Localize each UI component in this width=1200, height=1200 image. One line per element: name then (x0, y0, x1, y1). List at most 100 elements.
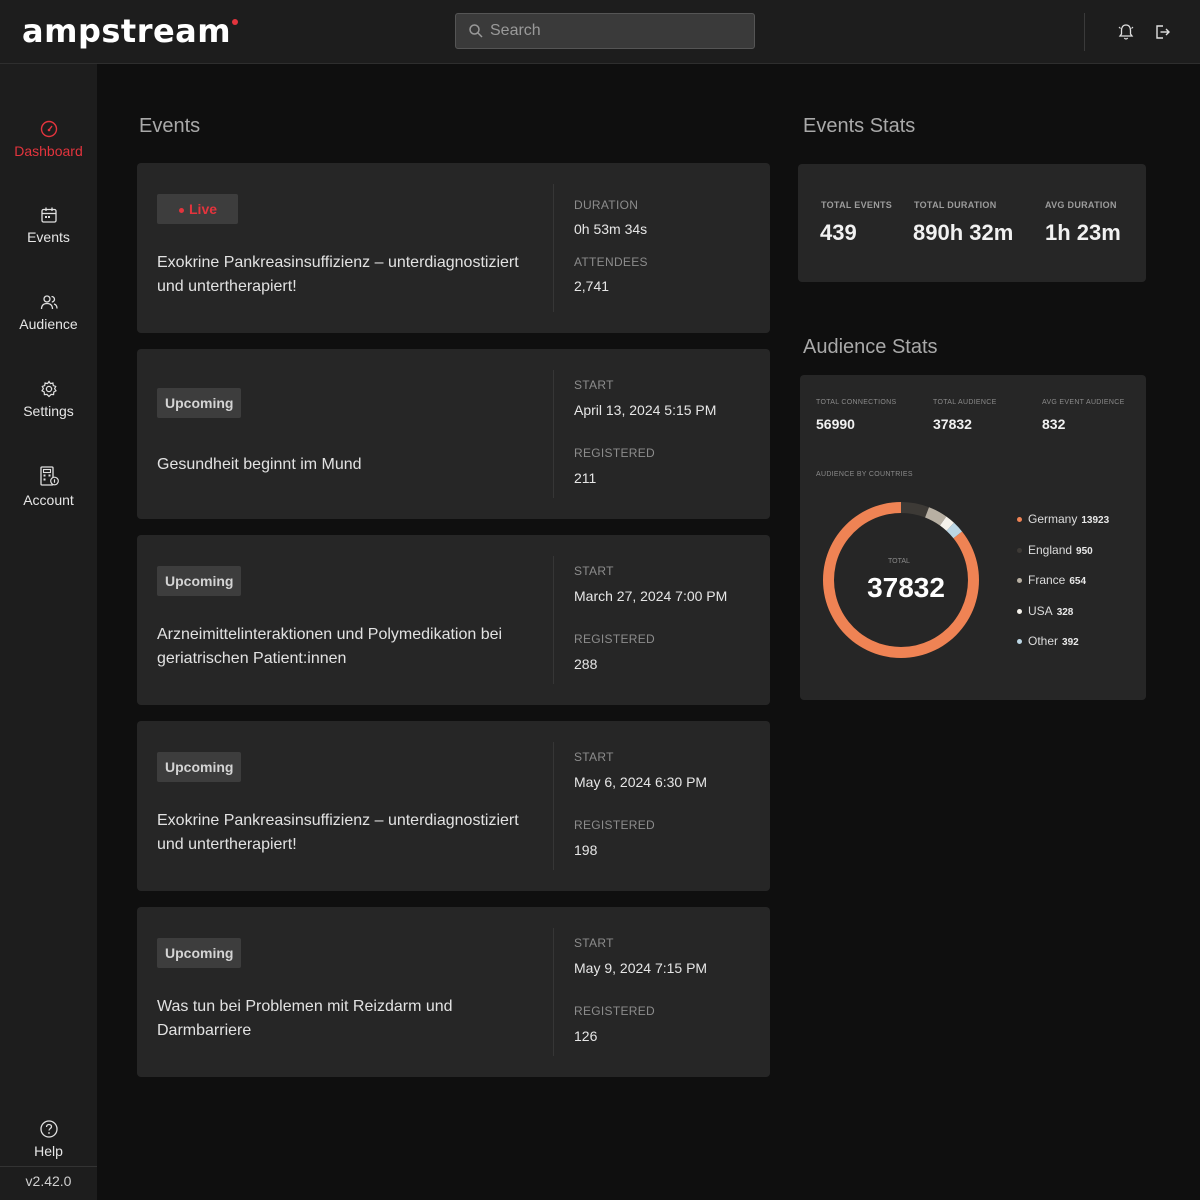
event-card[interactable]: Upcoming Gesundheit beginnt im Mund STAR… (137, 349, 770, 519)
gear-icon (40, 380, 57, 398)
status-badge-live: Live (157, 194, 239, 224)
avg-event-audience-value: 832 (1042, 416, 1066, 432)
meta-value: 198 (574, 842, 598, 858)
legend-label: USA (1028, 604, 1053, 618)
sidebar-item-label: Audience (19, 316, 78, 332)
legend-item-france: France 654 (1017, 573, 1086, 587)
status-badge: Upcoming (157, 938, 242, 968)
legend-value: 392 (1062, 637, 1079, 648)
donut-svg: TOTAL 37832 (823, 502, 979, 658)
event-title: Exokrine Pankreasinsuffizienz – unterdia… (157, 254, 519, 295)
top-header: ampstream (0, 0, 1200, 64)
total-connections-label: TOTAL CONNECTIONS (816, 399, 897, 406)
meta-value: 0h 53m 34s (574, 221, 648, 237)
help-icon (39, 1120, 58, 1138)
status-badge: Upcoming (157, 566, 242, 596)
event-card[interactable]: Live Exokrine Pankreasinsuffizienz – unt… (137, 163, 770, 333)
legend-dot (1017, 609, 1022, 615)
legend-value: 328 (1056, 607, 1074, 618)
card-divider (553, 742, 554, 870)
audience-stats-card: TOTAL CONNECTIONS 56990 TOTAL AUDIENCE 3… (800, 375, 1146, 700)
legend-dot (1017, 548, 1022, 554)
meta-value: 2,741 (574, 278, 610, 294)
legend-item-other: Other 392 (1017, 634, 1079, 648)
sidebar-item-audience[interactable]: Audience (0, 292, 97, 362)
total-duration-label: TOTAL DURATION (914, 200, 997, 210)
app-logo[interactable]: ampstream (22, 12, 239, 50)
total-audience-label: TOTAL AUDIENCE (933, 399, 997, 406)
meta-label: START (574, 564, 614, 578)
logout-icon[interactable] (1152, 22, 1172, 42)
event-card[interactable]: Upcoming Exokrine Pankreasinsuffizienz –… (137, 721, 770, 891)
legend-dot (1017, 639, 1022, 645)
avg-event-audience-label: AVG EVENT AUDIENCE (1042, 399, 1125, 406)
events-stats-card: TOTAL EVENTS 439 TOTAL DURATION 890h 32m… (798, 164, 1146, 282)
status-badge: Upcoming (157, 752, 242, 782)
version-label: v2.42.0 (25, 1173, 72, 1189)
event-title: Exokrine Pankreasinsuffizienz – unterdia… (157, 812, 519, 853)
audience-donut-chart: TOTAL 37832 (816, 495, 986, 665)
legend-item-germany: Germany 13923 (1017, 512, 1109, 526)
meta-label: REGISTERED (574, 1004, 656, 1018)
sidebar-item-label: Settings (23, 403, 74, 419)
avg-duration-label: AVG DURATION (1045, 200, 1117, 210)
card-divider (553, 928, 554, 1056)
total-events-label: TOTAL EVENTS (821, 200, 893, 210)
audience-stats-title: Audience Stats (803, 336, 938, 358)
legend-label: Other (1028, 634, 1059, 648)
legend-label: Germany (1028, 512, 1078, 526)
sidebar-item-account[interactable]: Account (0, 464, 97, 534)
users-icon (40, 295, 58, 310)
legend-dot (1017, 517, 1022, 523)
search-input[interactable] (490, 14, 750, 48)
search-icon (469, 24, 483, 38)
event-card[interactable]: Upcoming Was tun bei Problemen mit Reizd… (137, 907, 770, 1077)
help-label: Help (34, 1143, 63, 1159)
event-card[interactable]: Upcoming Arzneimittelinteraktionen und P… (137, 535, 770, 705)
legend-item-usa: USA 328 (1017, 604, 1073, 618)
card-divider (553, 556, 554, 684)
bell-icon[interactable] (1116, 22, 1136, 42)
meta-value: May 9, 2024 7:15 PM (574, 960, 708, 976)
meta-label: START (574, 936, 614, 950)
event-title: Gesundheit beginnt im Mund (157, 456, 362, 473)
sidebar-item-events[interactable]: Events (0, 205, 97, 275)
search-box[interactable] (455, 13, 755, 49)
total-audience-value: 37832 (933, 416, 972, 432)
event-title: Was tun bei Problemen mit Reizdarm und D… (157, 998, 453, 1039)
meta-value: May 6, 2024 6:30 PM (574, 774, 708, 790)
donut-total-value: 37832 (867, 572, 945, 603)
meta-label: REGISTERED (574, 818, 656, 832)
legend-label: England (1028, 543, 1073, 557)
logo-dot (232, 19, 239, 25)
meta-value: April 13, 2024 5:15 PM (574, 402, 717, 418)
card-divider (553, 184, 554, 312)
meta-label: DURATION (574, 198, 639, 212)
legend-item-england: England 950 (1017, 543, 1093, 557)
meta-value: 211 (574, 470, 597, 486)
header-divider (1084, 13, 1085, 51)
total-events-value: 439 (820, 220, 857, 245)
legend-label: France (1028, 573, 1066, 587)
meta-label: REGISTERED (574, 446, 656, 460)
sidebar-item-settings[interactable]: Settings (0, 379, 97, 449)
legend-value: 654 (1069, 576, 1087, 587)
meta-value: 288 (574, 656, 598, 672)
meta-value: March 27, 2024 7:00 PM (574, 588, 728, 604)
total-connections-value: 56990 (816, 416, 855, 432)
meta-label: REGISTERED (574, 632, 656, 646)
dashboard-gauge-icon (40, 120, 57, 138)
sidebar-item-dashboard[interactable]: Dashboard (0, 119, 97, 189)
legend-dot (1017, 578, 1022, 584)
calendar-icon (40, 207, 57, 223)
account-icon (39, 466, 59, 486)
donut-slice-england[interactable] (901, 502, 930, 518)
sidebar-item-label: Events (27, 229, 70, 245)
meta-value: 126 (574, 1028, 598, 1044)
meta-label: ATTENDEES (574, 255, 648, 269)
app-logo-text: ampstream (22, 12, 232, 50)
sidebar-item-label: Account (23, 492, 74, 508)
legend-value: 950 (1076, 546, 1093, 557)
total-duration-value: 890h 32m (913, 220, 1014, 245)
sidebar: Dashboard Events Audience Settings Accou… (0, 64, 97, 1200)
